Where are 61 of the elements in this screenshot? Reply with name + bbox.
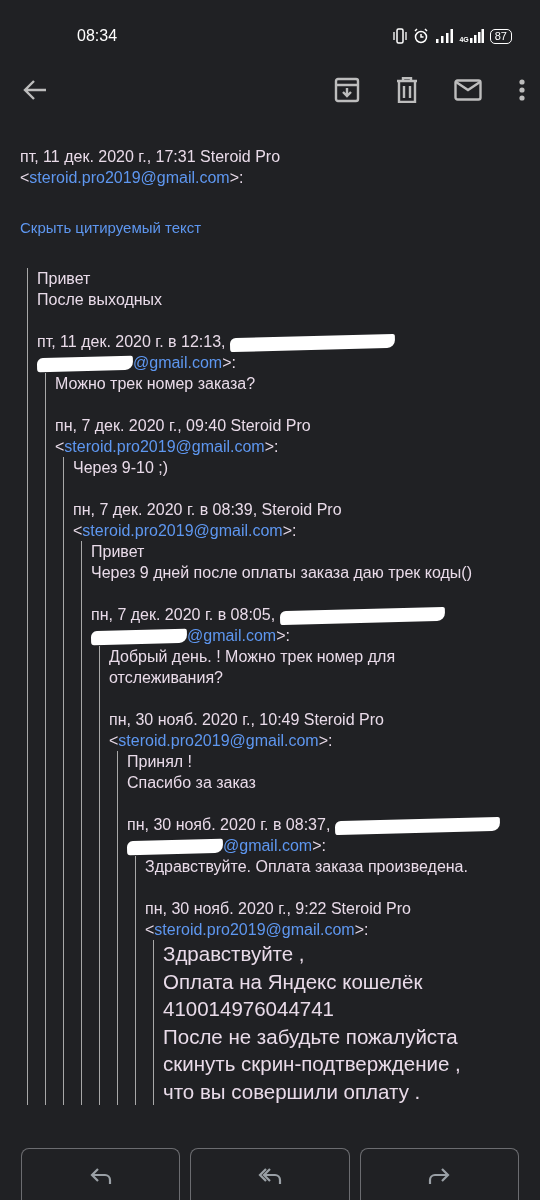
forward-icon [428,1167,451,1185]
signal-icon [435,29,454,43]
quote-text: После выходных [37,290,164,310]
quote-header: пт, 11 дек. 2020 г. в 12:13, [37,333,226,350]
email-link[interactable]: steroid.pro2019@gmail.com [118,732,319,749]
bracket-text: >: [229,169,244,186]
archive-icon[interactable] [334,77,360,103]
clock-time: 08:34 [77,27,119,45]
bracket-text: >: [282,522,297,539]
quote-header: пн, 30 нояб. 2020 г. в 08:37, [127,816,331,833]
quote-header: пн, 30 нояб. 2020 г., 10:49 Steroid Pro [109,711,384,728]
bracket-text: >: [354,921,369,938]
email-link[interactable]: @gmail.com [223,837,313,854]
reply-button[interactable] [21,1148,181,1200]
message-header: пт, 11 дек. 2020 г., 17:31 Steroid Pro [20,148,281,165]
reply-icon [89,1167,112,1185]
quote-text: Принял ! [127,752,194,772]
quote-text: Добрый день. ! Можно трек номер для отслеживания? [109,647,397,688]
signal-icon [469,29,484,43]
quote-text: Можно трек номер заказа? [55,374,257,394]
reply-all-icon [258,1167,282,1185]
quote-header: пн, 7 дек. 2020 г. в 08:39, Steroid Pro [73,501,342,518]
delete-icon[interactable] [396,77,418,103]
alarm-icon [413,28,430,44]
bracket-text: >: [276,627,290,644]
bracket-text: < [55,438,65,455]
hide-quoted-link[interactable]: Скрыть цитируемый текст [20,217,202,238]
quote-text: Привет [91,542,146,562]
quote-text: Оплата на Яндекс кошелёк [163,968,424,995]
bracket-text: >: [222,354,236,371]
email-link[interactable]: steroid.pro2019@gmail.com [29,169,230,186]
bracket-text: >: [318,732,333,749]
battery-level: 87 [489,28,512,44]
bracket-text: < [20,169,30,186]
quote-header: пн, 30 нояб. 2020 г., 9:22 Steroid Pro [145,900,411,917]
quote-header: пн, 7 дек. 2020 г. в 08:05, [91,606,276,623]
mail-icon[interactable] [454,79,482,101]
bracket-text: >: [312,837,326,854]
bracket-text: < [109,732,119,749]
quote-text: Привет [37,269,92,289]
email-link[interactable]: steroid.pro2019@gmail.com [64,438,265,455]
email-link[interactable]: steroid.pro2019@gmail.com [82,522,283,539]
quote-text: Через 9 дней после оплаты заказа даю трек коды() [91,563,473,583]
back-icon[interactable] [22,78,48,102]
quote-text: Здравствуйте. Оплата заказа произведена. [145,857,469,877]
bracket-text: < [73,522,83,539]
forward-button[interactable] [359,1148,519,1200]
vibrate-icon [393,28,408,44]
bracket-text: < [145,921,155,938]
email-link[interactable]: @gmail.com [133,354,223,371]
email-link[interactable]: @gmail.com [187,627,277,644]
quote-text: Через 9-10 ;) [73,458,170,478]
bracket-text: >: [264,438,279,455]
more-icon[interactable] [518,78,526,102]
quote-header: пн, 7 дек. 2020 г., 09:40 Steroid Pro [55,417,311,434]
quote-text: После не забудьте пожалуйста скинуть скрин-подтверждение , что вы совершили оплату . [163,1023,462,1105]
quote-text: 410014976044741 [163,996,336,1022]
email-link[interactable]: steroid.pro2019@gmail.com [154,921,355,938]
quote-text: Спасибо за заказ [127,773,257,793]
quote-text: Здравствуйте , [163,941,306,967]
reply-all-button[interactable] [190,1148,350,1200]
